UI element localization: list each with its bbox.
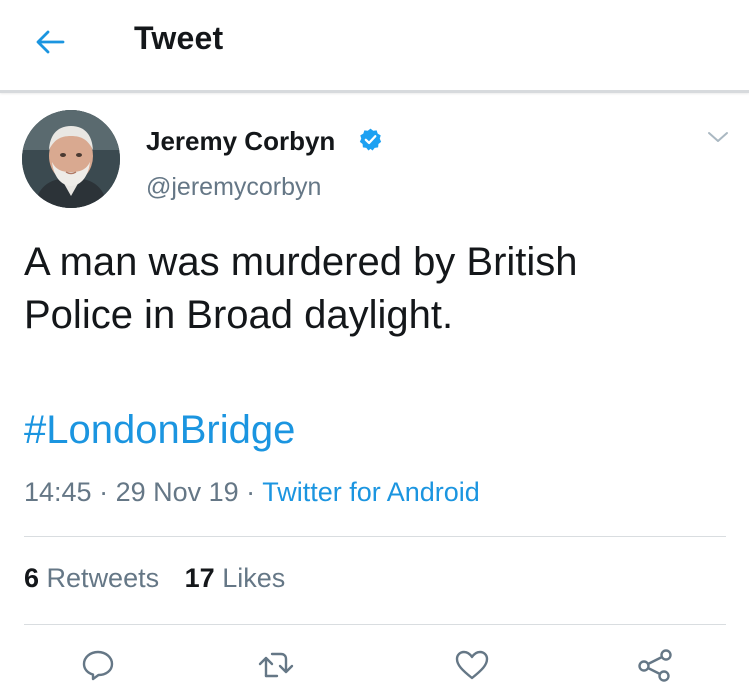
top-app-bar: Tweet [0, 0, 749, 93]
meta-separator: · [91, 477, 116, 507]
tweet-text-line: Police in Broad daylight. [24, 293, 454, 337]
tweet-date: 29 Nov 19 [115, 477, 239, 507]
reply-icon [82, 650, 114, 681]
meta-separator: · [238, 477, 263, 507]
divider [24, 536, 726, 537]
divider [24, 624, 726, 625]
back-button[interactable] [28, 22, 72, 62]
tweet-text-line: A man was murdered by British [24, 240, 578, 284]
author-name[interactable]: Jeremy Corbyn [146, 126, 335, 157]
chevron-down-icon [708, 132, 728, 142]
retweets-count: 6 [24, 563, 40, 593]
reply-button[interactable] [78, 645, 118, 685]
likes-stat[interactable]: 17 Likes [185, 563, 286, 593]
likes-label: Likes [222, 563, 286, 593]
back-arrow-icon [36, 30, 65, 54]
like-icon [455, 650, 489, 680]
author-handle[interactable]: @jeremycorbyn [146, 173, 321, 202]
tweet-options-button[interactable] [705, 127, 731, 147]
share-icon [638, 649, 672, 682]
retweet-icon [258, 652, 294, 678]
tweet-meta: 14:45 · 29 Nov 19 · Twitter for Android [24, 477, 480, 508]
tweet-time: 14:45 [24, 477, 92, 507]
retweets-label: Retweets [46, 563, 160, 593]
retweet-button[interactable] [256, 645, 296, 685]
hashtag-link[interactable]: #LondonBridge [24, 408, 295, 453]
like-button[interactable] [452, 645, 492, 685]
page-title: Tweet [134, 20, 224, 56]
retweets-stat[interactable]: 6 Retweets [24, 563, 159, 593]
likes-count: 17 [184, 563, 215, 593]
tweet-text: A man was murdered by British Police in … [24, 236, 714, 342]
tweet-source-link[interactable]: Twitter for Android [262, 477, 480, 507]
share-button[interactable] [635, 645, 675, 685]
verified-badge-icon [359, 128, 382, 151]
tweet-stats: 6 Retweets 17 Likes [24, 563, 303, 594]
avatar[interactable] [22, 110, 120, 208]
